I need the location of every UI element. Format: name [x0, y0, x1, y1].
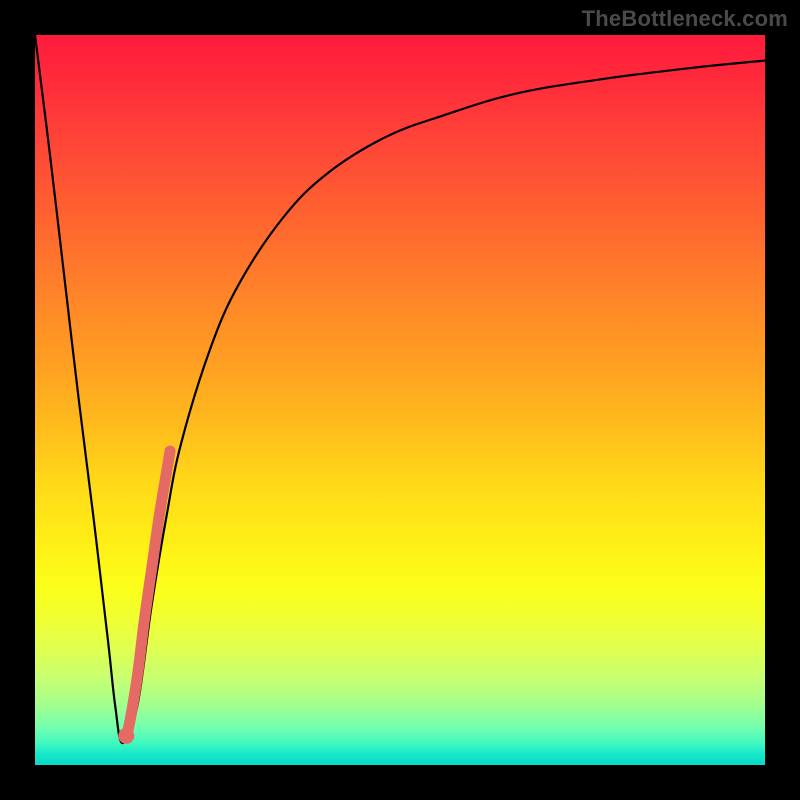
- plot-area: [35, 35, 765, 765]
- bottleneck-highlight-end: [118, 728, 134, 744]
- curve-layer: [35, 35, 765, 765]
- bottleneck-highlight-path: [126, 451, 170, 736]
- watermark-text: TheBottleneck.com: [582, 6, 788, 32]
- chart-frame: TheBottleneck.com: [0, 0, 800, 800]
